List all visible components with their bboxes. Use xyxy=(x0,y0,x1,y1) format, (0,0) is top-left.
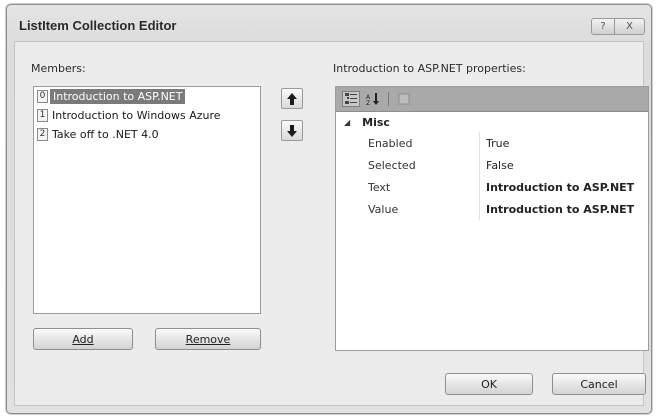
move-down-button[interactable] xyxy=(281,120,303,141)
item-text: Introduction to ASP.NET xyxy=(50,89,186,104)
add-button[interactable]: Add xyxy=(33,328,133,350)
category-row-misc[interactable]: ◢ Misc xyxy=(336,112,648,132)
property-name: Value xyxy=(368,202,399,216)
remove-button[interactable]: Remove xyxy=(155,328,261,350)
cancel-button-label: Cancel xyxy=(580,377,618,391)
properties-label: Introduction to ASP.NET properties: xyxy=(333,62,526,75)
collection-editor-dialog: ListItem Collection Editor ? X Members: … xyxy=(6,4,652,414)
dialog-title: ListItem Collection Editor xyxy=(19,18,177,33)
property-pages-button[interactable] xyxy=(395,91,413,107)
property-pages-icon xyxy=(398,93,410,105)
list-item[interactable]: 0 Introduction to ASP.NET xyxy=(34,87,260,106)
ok-button-label: OK xyxy=(481,377,497,391)
property-name: Text xyxy=(368,180,391,194)
property-value[interactable]: Introduction to ASP.NET xyxy=(486,181,634,194)
categorized-button[interactable] xyxy=(342,91,360,107)
close-button[interactable]: X xyxy=(615,18,645,35)
item-index: 1 xyxy=(37,109,48,122)
window-controls: ? X xyxy=(591,18,645,35)
list-item[interactable]: 1 Introduction to Windows Azure xyxy=(34,106,260,125)
move-up-button[interactable] xyxy=(281,88,303,109)
category-label: Misc xyxy=(362,115,390,129)
property-grid: A Z ◢ Misc Enabled True Selected False T… xyxy=(335,86,649,351)
item-index: 2 xyxy=(37,128,48,141)
property-row-text[interactable]: Text Introduction to ASP.NET xyxy=(336,176,648,198)
item-index: 0 xyxy=(37,90,48,103)
svg-text:Z: Z xyxy=(366,100,370,105)
item-text: Introduction to Windows Azure xyxy=(52,109,221,122)
property-row-selected[interactable]: Selected False xyxy=(336,154,648,176)
close-icon: X xyxy=(626,21,633,32)
arrow-up-icon xyxy=(287,92,297,105)
item-text: Take off to .NET 4.0 xyxy=(52,128,159,141)
property-grid-body: ◢ Misc Enabled True Selected False Text … xyxy=(336,112,648,220)
remove-button-label: Remove xyxy=(185,332,231,346)
members-listbox[interactable]: 0 Introduction to ASP.NET 1 Introduction… xyxy=(33,86,261,314)
collapse-triangle-icon[interactable]: ◢ xyxy=(344,118,350,127)
property-name: Selected xyxy=(368,158,416,172)
property-value[interactable]: Introduction to ASP.NET xyxy=(486,203,634,216)
property-row-enabled[interactable]: Enabled True xyxy=(336,132,648,154)
arrow-down-icon xyxy=(287,124,297,137)
cancel-button[interactable]: Cancel xyxy=(552,373,646,395)
property-name: Enabled xyxy=(368,136,413,150)
property-grid-toolbar: A Z xyxy=(336,87,648,112)
help-icon: ? xyxy=(600,21,606,32)
alphabetical-button[interactable]: A Z xyxy=(364,91,382,107)
dialog-body: Members: 0 Introduction to ASP.NET 1 Int… xyxy=(14,41,649,406)
property-value[interactable]: False xyxy=(486,159,514,172)
alphabetical-sort-icon: A Z xyxy=(366,93,379,105)
property-row-value[interactable]: Value Introduction to ASP.NET xyxy=(336,198,648,220)
add-button-label: Add xyxy=(72,332,94,346)
help-button[interactable]: ? xyxy=(591,18,615,35)
members-label: Members: xyxy=(31,62,86,75)
title-bar: ListItem Collection Editor ? X xyxy=(7,5,651,41)
toolbar-separator xyxy=(388,92,389,106)
categorized-icon xyxy=(345,93,357,104)
property-value[interactable]: True xyxy=(486,137,509,150)
ok-button[interactable]: OK xyxy=(445,373,533,395)
list-item[interactable]: 2 Take off to .NET 4.0 xyxy=(34,125,260,144)
